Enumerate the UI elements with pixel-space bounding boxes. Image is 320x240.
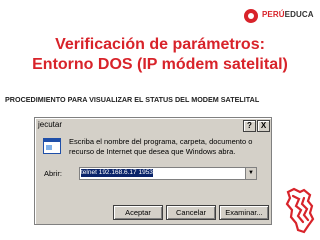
run-program-icon <box>43 138 61 154</box>
cancel-button[interactable]: Cancelar <box>166 205 216 220</box>
close-button[interactable]: X <box>257 120 270 132</box>
dialog-title: jecutar <box>38 120 63 129</box>
peru-educa-logo-icon <box>244 9 258 23</box>
ok-button[interactable]: Aceptar <box>113 205 163 220</box>
slide-subtitle: PROCEDIMIENTO PARA VISUALIZAR EL STATUS … <box>5 95 260 104</box>
run-dialog: jecutar ? X Escriba el nombre del progra… <box>34 117 272 225</box>
open-label: Abrir: <box>44 169 62 178</box>
slide-title-line-2: Entorno DOS (IP módem satelital) <box>32 56 288 73</box>
dialog-description: Escriba el nombre del programa, carpeta,… <box>69 137 253 156</box>
logo-text: PERÚEDUCA <box>262 10 314 19</box>
dropdown-arrow-icon[interactable]: ▼ <box>245 168 256 179</box>
logo-suffix: EDUCA <box>284 10 314 19</box>
open-input-value: telnet 192.168.6.17 1953 <box>81 169 153 177</box>
open-input[interactable]: telnet 192.168.6.17 1953 ▼ <box>79 167 257 180</box>
peru-map-icon <box>285 187 315 234</box>
help-button[interactable]: ? <box>243 120 256 132</box>
browse-button[interactable]: Examinar... <box>219 205 269 220</box>
peru-educa-logo: PERÚEDUCA <box>244 9 316 23</box>
logo-prefix: PERÚ <box>262 10 285 19</box>
slide-title-line-1: Verificación de parámetros: <box>55 36 265 53</box>
